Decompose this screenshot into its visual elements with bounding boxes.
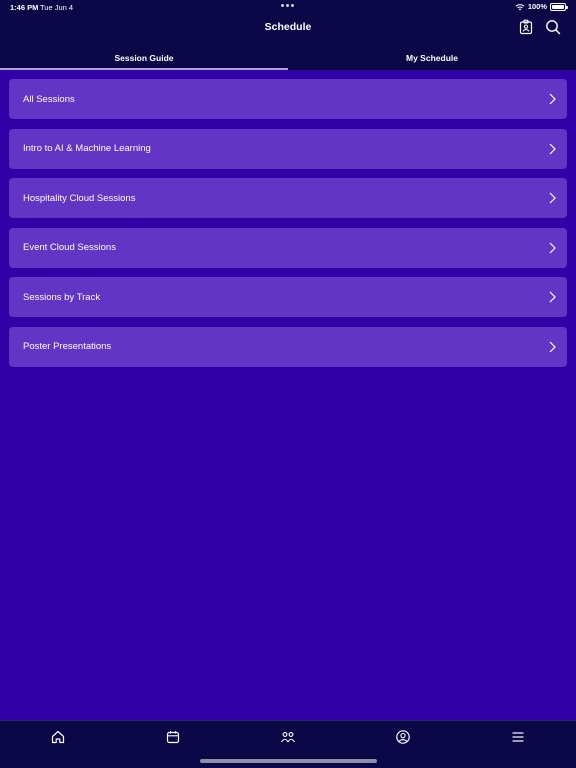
- tab-session-guide[interactable]: Session Guide: [0, 49, 288, 70]
- tab-my-schedule[interactable]: My Schedule: [288, 49, 576, 70]
- status-date: Tue Jun 4: [40, 3, 74, 12]
- wifi-icon: [515, 3, 525, 10]
- chevron-right-icon: [549, 143, 556, 154]
- calendar-icon[interactable]: [165, 729, 181, 745]
- status-time: 1:46 PM: [10, 3, 39, 12]
- list-item-label: Poster Presentations: [23, 341, 112, 352]
- list-item-label: All Sessions: [23, 93, 75, 105]
- people-icon[interactable]: [280, 729, 296, 745]
- menu-icon[interactable]: [510, 729, 526, 745]
- list-item-label: Intro to AI & Machine Learning: [23, 143, 151, 154]
- list-item-label: Hospitality Cloud Sessions: [23, 192, 136, 204]
- home-indicator[interactable]: [200, 759, 377, 763]
- list-item-poster-presentations[interactable]: Poster Presentations: [9, 326, 567, 367]
- search-icon[interactable]: [545, 19, 561, 35]
- list-item-hospitality-cloud[interactable]: Hospitality Cloud Sessions: [9, 178, 567, 218]
- home-icon[interactable]: [50, 729, 66, 745]
- battery-percent: 100%: [527, 2, 547, 11]
- profile-icon[interactable]: [395, 729, 411, 745]
- list-item-event-cloud[interactable]: Event Cloud Sessions: [9, 227, 567, 268]
- list-item-label: Sessions by Track: [23, 291, 101, 303]
- battery-icon: [550, 2, 568, 11]
- badge-icon[interactable]: [518, 19, 534, 35]
- list-item-sessions-by-track[interactable]: Sessions by Track: [9, 277, 567, 317]
- status-right: 100%: [515, 2, 568, 11]
- chevron-right-icon: [549, 341, 556, 352]
- segmented-tabs: Session Guide My Schedule: [0, 49, 576, 70]
- chevron-right-icon: [549, 242, 556, 253]
- chevron-right-icon: [549, 291, 556, 303]
- page-title: Schedule: [264, 21, 312, 33]
- list-item-label: Event Cloud Sessions: [23, 242, 116, 253]
- list-item-all-sessions[interactable]: All Sessions: [9, 79, 567, 119]
- status-bar: 1:46 PM Tue Jun 4 100%: [0, 0, 576, 14]
- list-item-intro-ai[interactable]: Intro to AI & Machine Learning: [9, 128, 567, 169]
- chevron-right-icon: [549, 93, 556, 105]
- session-list: All Sessions Intro to AI & Machine Learn…: [9, 79, 567, 376]
- top-bar: 1:46 PM Tue Jun 4 100% Schedule Session …: [0, 0, 576, 70]
- chevron-right-icon: [549, 192, 556, 204]
- multitasking-dots[interactable]: [281, 4, 294, 7]
